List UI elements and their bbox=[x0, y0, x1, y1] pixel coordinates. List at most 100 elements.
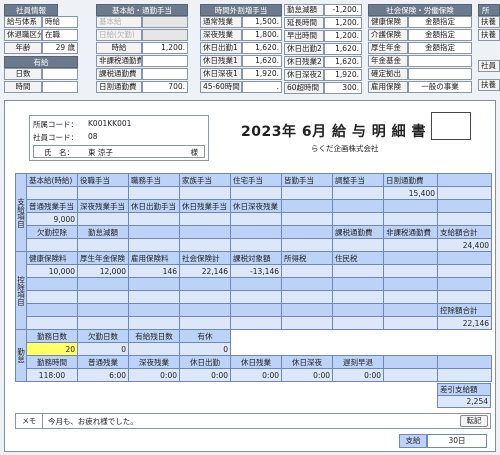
shikyu-value[interactable] bbox=[128, 186, 180, 200]
yukyu-value[interactable] bbox=[42, 68, 78, 80]
shikyu-value[interactable]: 15,400 bbox=[383, 186, 438, 200]
kinmu-nissu-value[interactable]: 20 bbox=[26, 342, 78, 356]
shikyu-value[interactable] bbox=[383, 212, 438, 226]
kintai-value[interactable]: 0:00 bbox=[128, 368, 180, 382]
shikyu-value[interactable] bbox=[128, 212, 180, 226]
kojo-blank[interactable] bbox=[437, 290, 492, 304]
shikyu-value[interactable] bbox=[128, 238, 180, 252]
kojo-value[interactable] bbox=[179, 316, 231, 330]
shikyu-value[interactable] bbox=[281, 186, 333, 200]
kintai-blank[interactable] bbox=[436, 368, 493, 382]
kintai-label: 勤務日数 bbox=[26, 329, 78, 343]
kojo-blank[interactable] bbox=[281, 290, 333, 304]
kojo-value[interactable] bbox=[332, 316, 384, 330]
kojo-value[interactable]: -13,146 bbox=[230, 264, 282, 278]
kojo-value[interactable] bbox=[383, 316, 438, 330]
kojo-value[interactable]: 146 bbox=[128, 264, 180, 278]
yukyu-value[interactable] bbox=[42, 81, 78, 93]
tenki-button[interactable]: 転記 bbox=[460, 415, 488, 427]
kihon-value[interactable]: 700. bbox=[142, 81, 188, 93]
kojo-value[interactable]: 10,000 bbox=[26, 264, 78, 278]
kihon-value[interactable] bbox=[142, 68, 188, 80]
shikyu-value[interactable] bbox=[230, 212, 282, 226]
kojo-value[interactable] bbox=[383, 264, 438, 278]
shikyu-value[interactable] bbox=[383, 238, 438, 252]
shikyu-value[interactable] bbox=[437, 186, 492, 200]
shikyu-value[interactable] bbox=[26, 238, 78, 252]
jikangai-value[interactable]: 1,500. bbox=[242, 16, 282, 28]
kintai-value[interactable]: -1,200. bbox=[324, 4, 362, 16]
kojo-value[interactable] bbox=[437, 264, 492, 278]
shakai-value[interactable] bbox=[408, 55, 472, 67]
kojo-value[interactable] bbox=[77, 316, 129, 330]
shikyu-value[interactable] bbox=[281, 238, 333, 252]
shikyu-value[interactable] bbox=[179, 186, 231, 200]
shikyu-value[interactable] bbox=[179, 238, 231, 252]
kojo-value[interactable] bbox=[281, 264, 333, 278]
shikyu-value[interactable] bbox=[77, 212, 129, 226]
kojo-blank[interactable] bbox=[26, 290, 78, 304]
shikyu-value[interactable] bbox=[332, 212, 384, 226]
kojo-value[interactable] bbox=[332, 264, 384, 278]
jikangai-value[interactable]: 1,620. bbox=[242, 55, 282, 67]
shikyu-value[interactable]: 9,000 bbox=[26, 212, 78, 226]
kojo-blank[interactable] bbox=[230, 290, 282, 304]
kintai-value[interactable]: 6:00 bbox=[77, 368, 129, 382]
shakai-value[interactable]: 金額指定 bbox=[408, 29, 472, 41]
shikyu-value[interactable] bbox=[437, 212, 492, 226]
kojo-value[interactable] bbox=[26, 316, 78, 330]
shikyu-value[interactable] bbox=[179, 212, 231, 226]
shikyu-value[interactable] bbox=[332, 238, 384, 252]
shikyu-value[interactable] bbox=[26, 186, 78, 200]
kojo-blank[interactable] bbox=[383, 290, 438, 304]
shikyu-value[interactable] bbox=[230, 238, 282, 252]
shakai-value[interactable]: 金額指定 bbox=[408, 16, 472, 28]
kintai-value[interactable]: 118:00 bbox=[26, 368, 78, 382]
kintai-value[interactable]: 0 bbox=[77, 342, 129, 356]
shakai-value[interactable] bbox=[408, 68, 472, 80]
kojo-label bbox=[383, 303, 438, 317]
shikyu-value[interactable] bbox=[77, 186, 129, 200]
shain-value[interactable]: 29 歳 bbox=[42, 42, 78, 54]
kojo-blank[interactable] bbox=[77, 290, 129, 304]
kojo-blank[interactable] bbox=[128, 290, 180, 304]
shain-value[interactable]: 時給 bbox=[42, 16, 78, 28]
company-name: らくだ企画株式会社 bbox=[311, 144, 379, 153]
kojo-value[interactable] bbox=[230, 316, 282, 330]
kihon-value[interactable] bbox=[142, 16, 188, 28]
kintai-value[interactable]: 1,920. bbox=[324, 69, 362, 81]
jikangai-value[interactable]: 1,920. bbox=[242, 68, 282, 80]
kintai-value[interactable]: 0 bbox=[179, 342, 231, 356]
jikangai-value[interactable]: 1,620. bbox=[242, 42, 282, 54]
kojo-value[interactable] bbox=[128, 316, 180, 330]
kintai-value[interactable] bbox=[128, 342, 180, 356]
kintai-value[interactable]: 0:00 bbox=[281, 368, 333, 382]
jikangai-value[interactable]: . bbox=[242, 81, 282, 93]
kojo-blank[interactable] bbox=[179, 290, 231, 304]
jikangai-value[interactable]: 1,800. bbox=[242, 29, 282, 41]
kintai-value[interactable]: 1,620. bbox=[324, 56, 362, 68]
kojo-value[interactable]: 12,000 bbox=[77, 264, 129, 278]
kintai-value[interactable]: 1,620. bbox=[324, 43, 362, 55]
shain-value[interactable]: 在職 bbox=[42, 29, 78, 41]
memo-text[interactable]: 今月も、お疲れ様でした。 bbox=[48, 416, 138, 427]
shikyu-value[interactable] bbox=[281, 212, 333, 226]
kintai-value[interactable]: 1,200. bbox=[324, 30, 362, 42]
shikyu-value[interactable] bbox=[332, 186, 384, 200]
shikyu-value[interactable] bbox=[230, 186, 282, 200]
kihon-value[interactable] bbox=[142, 55, 188, 67]
shakai-value[interactable]: 一般の事業 bbox=[408, 81, 472, 93]
kihon-value[interactable] bbox=[142, 29, 188, 41]
shikyu-value[interactable] bbox=[77, 238, 129, 252]
kintai-value[interactable]: 300. bbox=[324, 82, 362, 94]
kintai-value[interactable]: 1,200. bbox=[324, 17, 362, 29]
kintai-value[interactable] bbox=[383, 368, 438, 382]
kintai-value[interactable]: 0:00 bbox=[332, 368, 384, 382]
kojo-value[interactable] bbox=[281, 316, 333, 330]
kojo-blank[interactable] bbox=[332, 290, 384, 304]
kihon-value[interactable]: 1,200. bbox=[142, 42, 188, 54]
kintai-value[interactable]: 0:00 bbox=[179, 368, 231, 382]
kintai-value[interactable]: 0:00 bbox=[230, 368, 282, 382]
kojo-value[interactable]: 22,146 bbox=[179, 264, 231, 278]
shakai-value[interactable]: 金額指定 bbox=[408, 42, 472, 54]
